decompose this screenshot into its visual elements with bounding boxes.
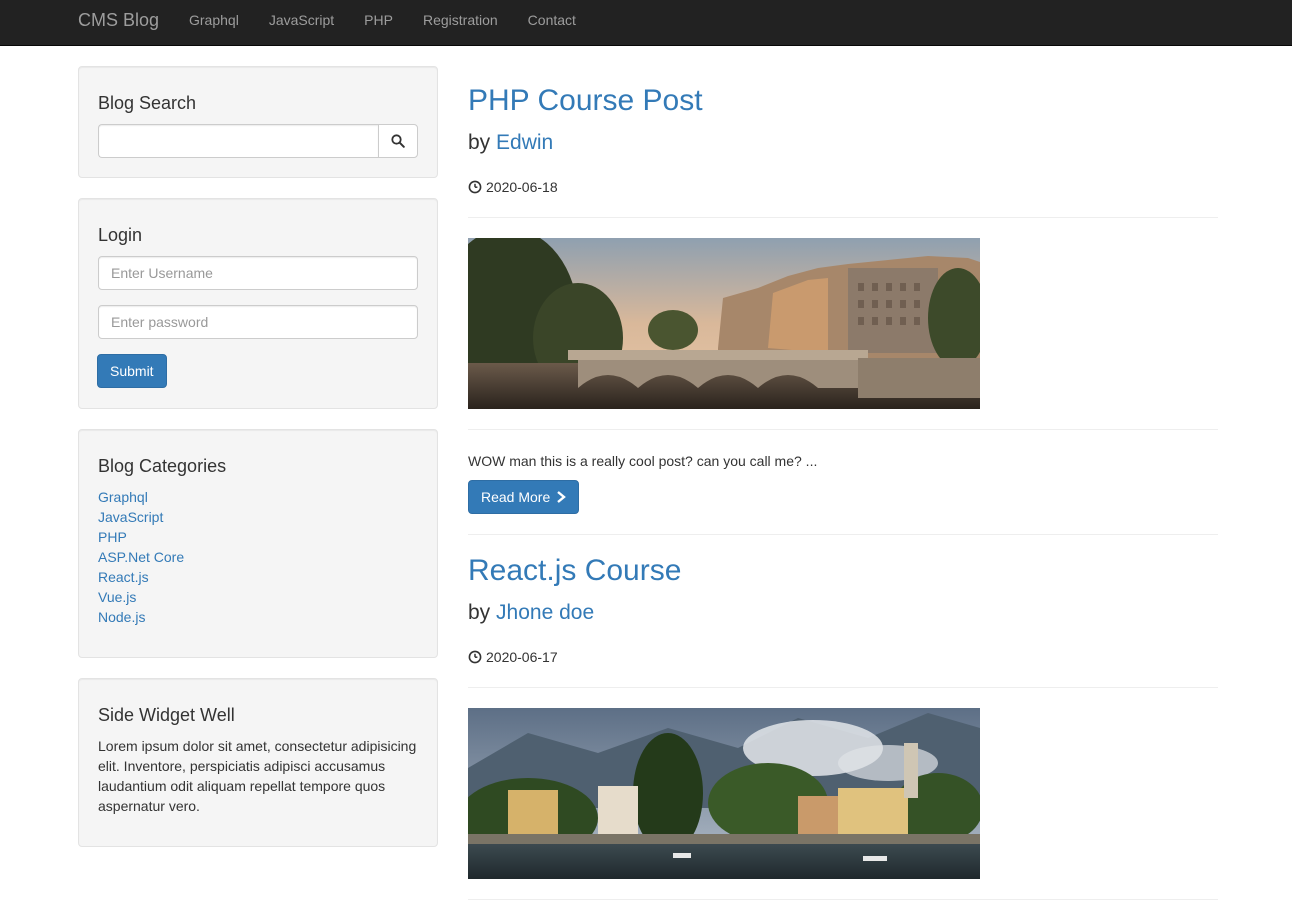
post-title: React.js Course <box>468 554 681 587</box>
search-title: Blog Search <box>98 93 197 113</box>
divider <box>468 687 1218 688</box>
password-input[interactable] <box>98 304 418 339</box>
side-widget-text: Lorem ipsum dolor sit amet, consectetur … <box>98 737 417 814</box>
login-well: Login Submit <box>78 198 438 409</box>
top-navbar: CMS Blog Graphql JavaScript PHP Registra… <box>0 0 1292 46</box>
read-more-button[interactable]: Read More <box>468 480 580 514</box>
post-date: 2020-06-18 <box>468 179 558 195</box>
category-link-aspnet-core[interactable]: ASP.Net Core <box>98 549 184 565</box>
post-image <box>468 708 980 879</box>
brand-link[interactable]: CMS Blog <box>78 0 159 45</box>
divider <box>468 899 1218 900</box>
search-group <box>98 123 418 158</box>
post-author-line: by Jhone doe <box>468 598 594 627</box>
category-link-nodejs[interactable]: Node.js <box>98 609 145 625</box>
list-item: Node.js <box>98 607 418 627</box>
chevron-right-icon <box>557 491 567 503</box>
nav-link-registration[interactable]: Registration <box>408 0 513 45</box>
search-well: Blog Search <box>78 66 438 178</box>
author-link[interactable]: Edwin <box>496 131 553 154</box>
username-input[interactable] <box>98 255 418 290</box>
divider <box>468 534 1218 535</box>
clock-icon <box>468 650 482 664</box>
divider <box>468 217 1218 218</box>
list-item: React.js <box>98 567 418 587</box>
nav-links: Graphql JavaScript PHP Registration Cont… <box>174 0 591 45</box>
search-icon <box>391 134 405 148</box>
category-link-javascript[interactable]: JavaScript <box>98 509 163 525</box>
search-button[interactable] <box>378 123 418 158</box>
clock-icon <box>468 180 482 194</box>
list-item: JavaScript <box>98 507 418 527</box>
divider <box>468 429 1218 430</box>
categories-title: Blog Categories <box>98 456 227 476</box>
list-item: Graphql <box>98 487 418 507</box>
author-link[interactable]: Jhone doe <box>496 601 594 624</box>
search-input[interactable] <box>98 123 378 158</box>
categories-well: Blog Categories Graphql JavaScript PHP A… <box>78 429 438 658</box>
post-date-text: 2020-06-18 <box>486 179 558 195</box>
post-image <box>468 238 980 409</box>
login-title: Login <box>98 225 143 245</box>
side-widget-title: Side Widget Well <box>98 705 235 725</box>
list-item: ASP.Net Core <box>98 547 418 567</box>
nav-link-php[interactable]: PHP <box>349 0 408 45</box>
category-link-graphql[interactable]: Graphql <box>98 489 148 505</box>
category-link-vuejs[interactable]: Vue.js <box>98 589 136 605</box>
category-link-php[interactable]: PHP <box>98 529 127 545</box>
read-more-label: Read More <box>481 489 551 505</box>
by-label: by <box>468 601 491 624</box>
post-title-link[interactable]: PHP Course Post <box>468 84 703 117</box>
post-title-link[interactable]: React.js Course <box>468 554 681 587</box>
category-list: Graphql JavaScript PHP ASP.Net Core Reac… <box>98 487 418 627</box>
category-link-reactjs[interactable]: React.js <box>98 569 149 585</box>
nav-link-graphql[interactable]: Graphql <box>174 0 254 45</box>
post-date: 2020-06-17 <box>468 649 558 665</box>
post-title: PHP Course Post <box>468 84 703 117</box>
side-widget-well: Side Widget Well Lorem ipsum dolor sit a… <box>78 678 438 847</box>
nav-link-contact[interactable]: Contact <box>513 0 591 45</box>
nav-link-javascript[interactable]: JavaScript <box>254 0 349 45</box>
post-author-line: by Edwin <box>468 128 553 157</box>
by-label: by <box>468 131 491 154</box>
post-excerpt: WOW man this is a really cool post? can … <box>468 453 818 469</box>
list-item: PHP <box>98 527 418 547</box>
post-date-text: 2020-06-17 <box>486 649 558 665</box>
submit-button[interactable]: Submit <box>97 353 167 388</box>
list-item: Vue.js <box>98 587 418 607</box>
